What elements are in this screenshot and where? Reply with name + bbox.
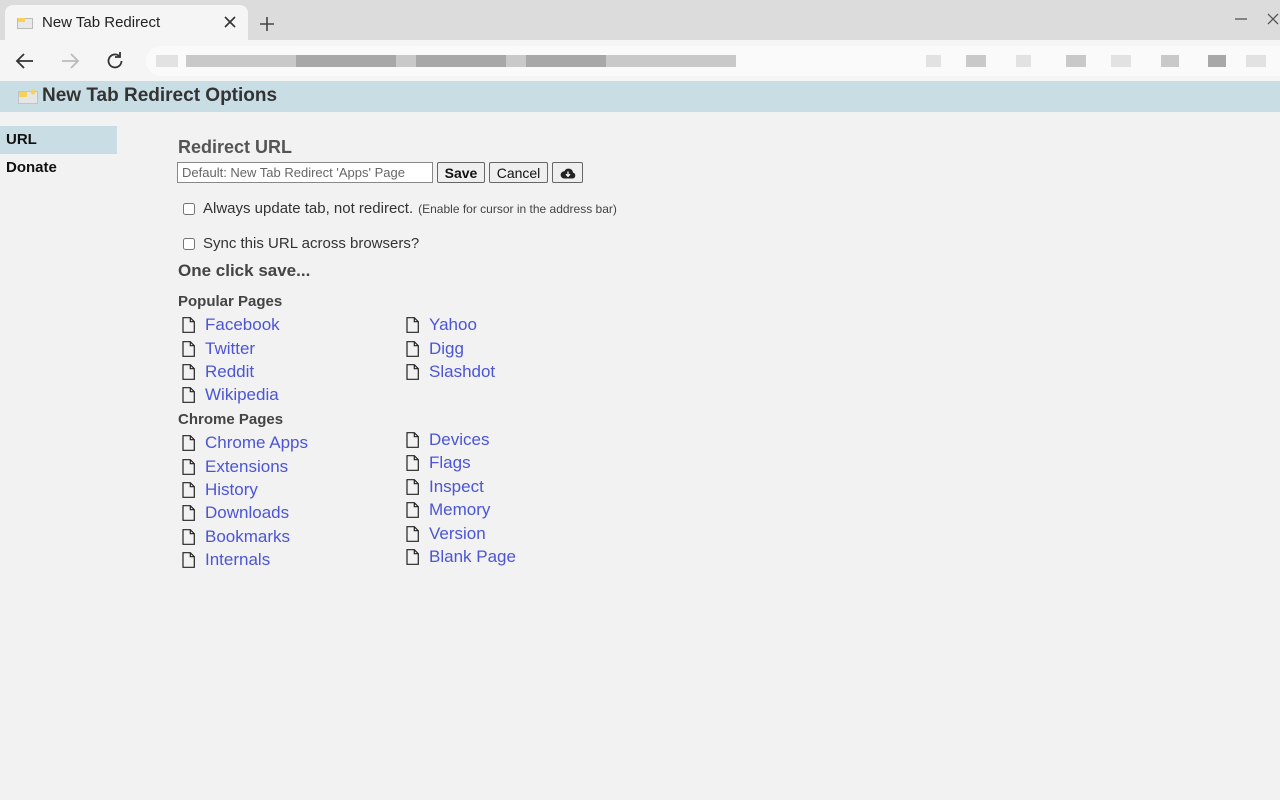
blank-page-link[interactable]: Blank Page [429,547,516,567]
save-button[interactable]: Save [437,162,485,183]
flags-link[interactable]: Flags [429,453,471,473]
always-update-checkbox[interactable] [183,202,195,215]
extension-logo-icon [18,89,38,104]
document-icon [182,529,195,545]
link-item-digg[interactable]: Digg [406,338,464,360]
document-icon [406,549,419,565]
link-item-slashdot[interactable]: Slashdot [406,361,495,383]
always-update-option: Always update tab, not redirect. (Enable… [181,200,617,217]
address-bar[interactable] [146,46,1280,76]
wikipedia-link[interactable]: Wikipedia [205,385,279,405]
redirect-url-title: Redirect URL [178,137,293,157]
chrome-apps-link[interactable]: Chrome Apps [205,433,308,453]
link-item-facebook[interactable]: Facebook [182,314,280,336]
link-item-devices[interactable]: Devices [406,429,489,451]
document-icon [182,387,195,403]
redirect-url-input[interactable] [177,162,433,183]
page-header: New Tab Redirect Options [0,82,1280,112]
yahoo-link[interactable]: Yahoo [429,315,477,335]
devices-link[interactable]: Devices [429,430,489,450]
downloads-link[interactable]: Downloads [205,503,289,523]
document-icon [182,482,195,498]
link-item-internals[interactable]: Internals [182,549,270,571]
tab-title: New Tab Redirect [42,14,161,31]
tab-close-icon[interactable] [220,12,240,32]
history-link[interactable]: History [205,480,258,500]
back-arrow-icon[interactable] [12,48,38,74]
cloud-sync-button[interactable] [552,162,583,183]
document-icon [406,455,419,471]
link-item-chrome-apps[interactable]: Chrome Apps [182,432,308,454]
forward-arrow-icon[interactable] [57,48,83,74]
minimize-window-icon[interactable] [1232,14,1250,24]
document-icon [406,341,419,357]
link-item-reddit[interactable]: Reddit [182,361,254,383]
link-item-twitter[interactable]: Twitter [182,338,255,360]
document-icon [182,552,195,568]
document-icon [406,502,419,518]
popular-pages-title: Popular Pages [178,293,283,310]
close-window-icon[interactable] [1266,12,1280,26]
document-icon [182,459,195,475]
link-item-yahoo[interactable]: Yahoo [406,314,477,336]
document-icon [406,364,419,380]
link-item-blank-page[interactable]: Blank Page [406,546,516,568]
document-icon [406,432,419,448]
always-update-label: Always update tab, not redirect. [203,200,414,217]
inspect-link[interactable]: Inspect [429,477,484,497]
sidebar-item-url[interactable]: URL [0,126,117,154]
bookmarks-link[interactable]: Bookmarks [205,527,290,547]
digg-link[interactable]: Digg [429,339,464,359]
link-item-version[interactable]: Version [406,523,486,545]
link-item-bookmarks[interactable]: Bookmarks [182,526,290,548]
page-title: New Tab Redirect Options [42,85,278,106]
new-tab-icon[interactable] [256,13,278,35]
version-link[interactable]: Version [429,524,486,544]
chrome-pages-title: Chrome Pages [178,411,284,428]
extension-favicon-icon [17,18,33,29]
link-item-wikipedia[interactable]: Wikipedia [182,384,279,406]
document-icon [406,526,419,542]
reddit-link[interactable]: Reddit [205,362,254,382]
browser-toolbar [0,40,1280,82]
cloud-download-icon [560,168,575,178]
link-item-extensions[interactable]: Extensions [182,456,288,478]
browser-tab[interactable]: New Tab Redirect [5,5,248,40]
twitter-link[interactable]: Twitter [205,339,255,359]
document-icon [182,505,195,521]
link-item-history[interactable]: History [182,479,258,501]
link-item-flags[interactable]: Flags [406,452,471,474]
always-update-note: (Enable for cursor in the address bar) [418,201,617,216]
link-item-inspect[interactable]: Inspect [406,476,484,498]
document-icon [406,479,419,495]
link-item-memory[interactable]: Memory [406,499,490,521]
memory-link[interactable]: Memory [429,500,490,520]
facebook-link[interactable]: Facebook [205,315,280,335]
one-click-title: One click save... [178,261,311,280]
sync-option: Sync this URL across browsers? [181,235,419,252]
document-icon [182,364,195,380]
extensions-link[interactable]: Extensions [205,457,288,477]
sync-checkbox[interactable] [183,237,195,250]
document-icon [182,435,195,451]
link-item-downloads[interactable]: Downloads [182,502,289,524]
reload-icon[interactable] [102,48,128,74]
tab-strip: New Tab Redirect [0,0,1280,40]
document-icon [406,317,419,333]
slashdot-link[interactable]: Slashdot [429,362,495,382]
cancel-button[interactable]: Cancel [489,162,548,183]
document-icon [182,341,195,357]
document-icon [182,317,195,333]
sidebar-item-donate[interactable]: Donate [0,154,117,182]
sync-label: Sync this URL across browsers? [203,235,420,252]
internals-link[interactable]: Internals [205,550,270,570]
sidebar: URL Donate [0,126,117,182]
